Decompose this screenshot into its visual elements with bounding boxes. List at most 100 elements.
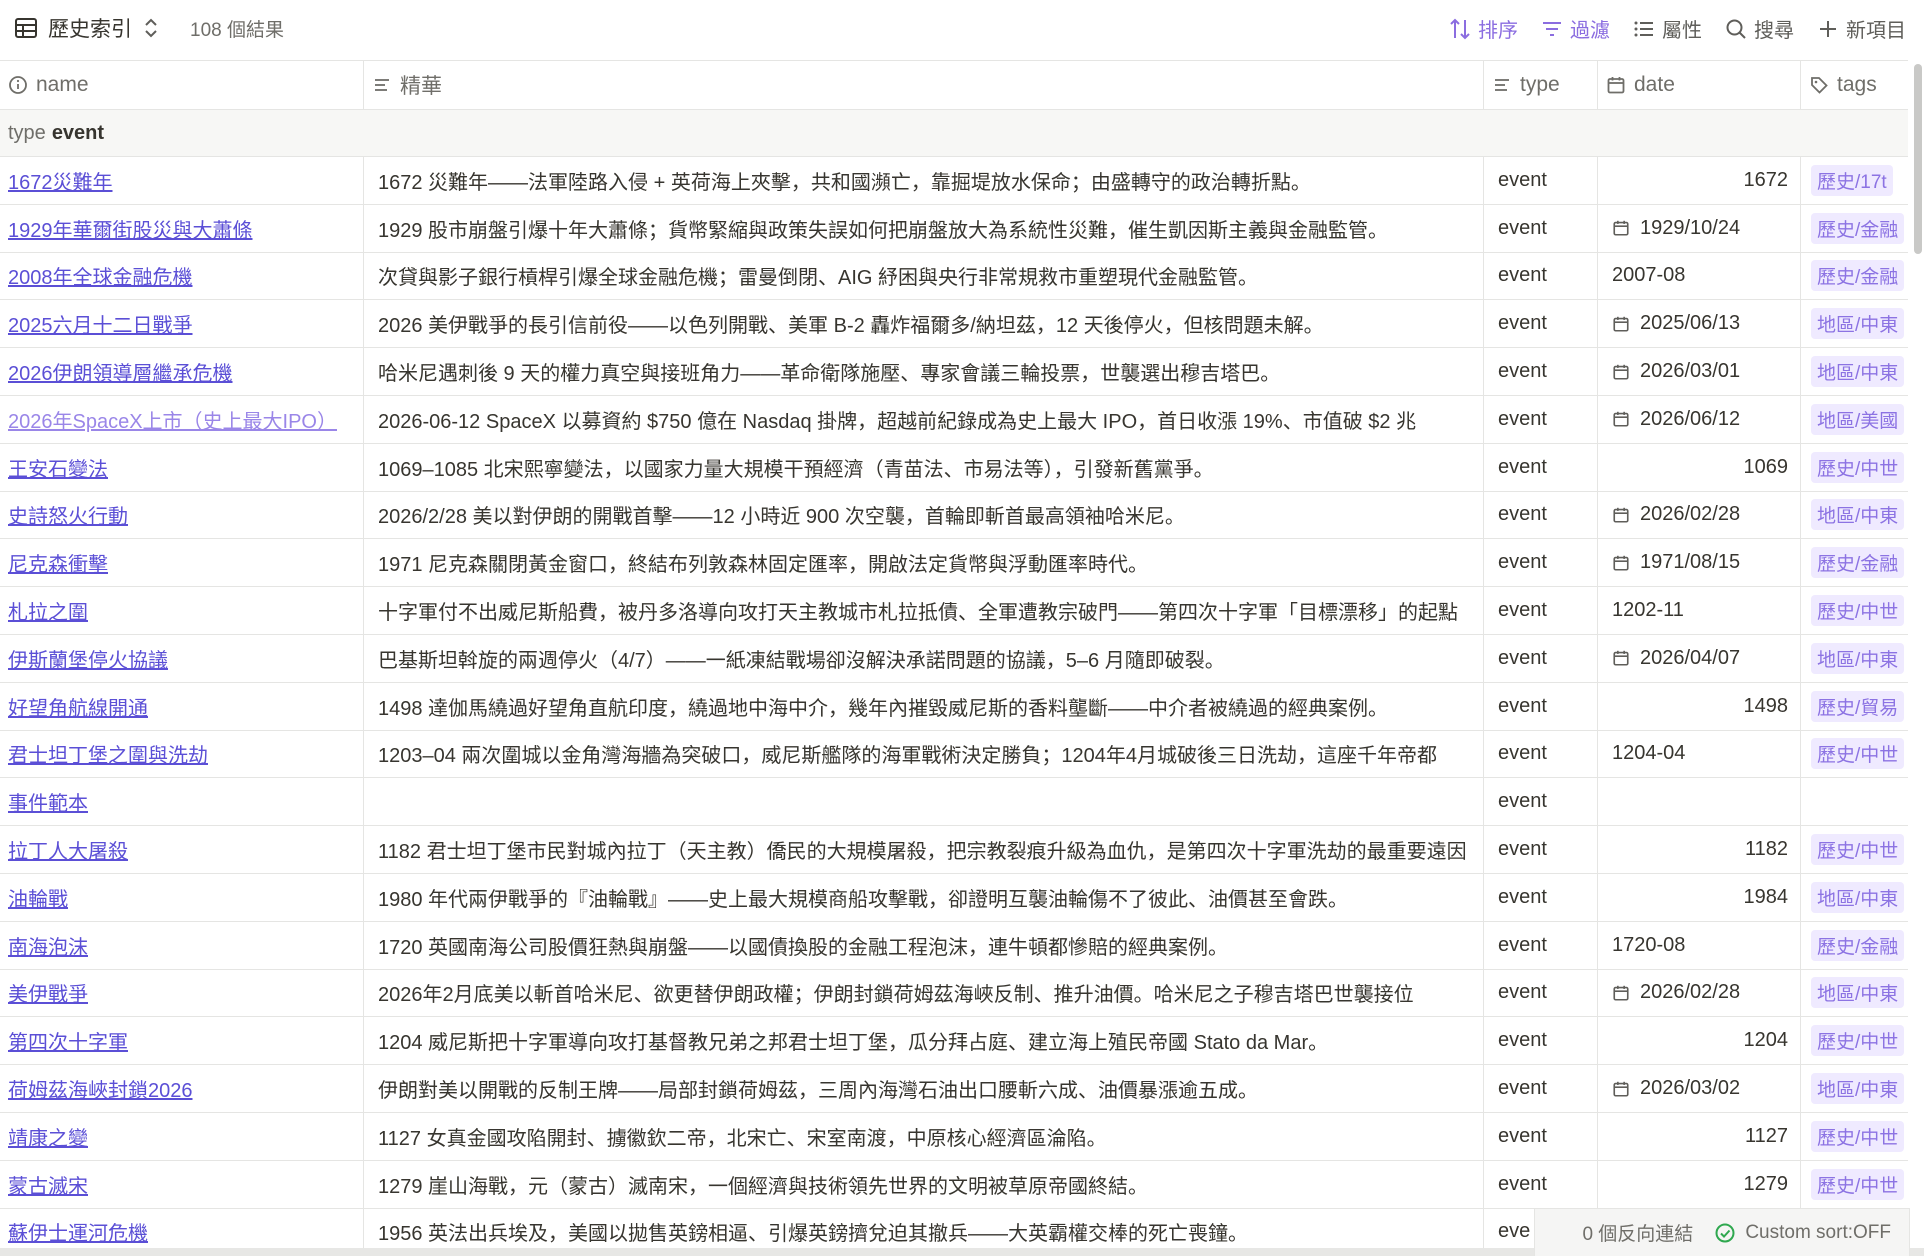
cell-date[interactable]: 1127 <box>1598 1112 1801 1160</box>
cell-date[interactable]: 2025/06/13 <box>1598 300 1801 348</box>
cell-tags[interactable]: 地區/中東 <box>1801 492 1908 539</box>
tag-chip[interactable]: 歷史/中世 <box>1811 834 1905 866</box>
sort-button[interactable]: 排序 <box>1448 14 1518 43</box>
cell-type[interactable]: event <box>1484 921 1598 969</box>
cell-type[interactable]: event <box>1484 1112 1598 1160</box>
table-row[interactable]: 札拉之圍 十字軍付不出威尼斯船費，被丹多洛導向攻打天主教城市札拉抵債、全軍遭教宗破… <box>0 587 1908 635</box>
cell-summary[interactable]: 1204 威尼斯把十字軍導向攻打基督教兄弟之邦君士坦丁堡，瓜分拜占庭、建立海上殖… <box>364 1017 1484 1065</box>
cell-summary[interactable]: 1182 君士坦丁堡市民對城內拉丁（天主教）僑民的大規模屠殺，把宗教裂痕升級為血… <box>364 826 1484 873</box>
new-item-button[interactable]: 新項目 <box>1816 14 1906 43</box>
note-link[interactable]: 1672災難年 <box>8 166 113 195</box>
cell-summary[interactable]: 次貸與影子銀行槓桿引爆全球金融危機；雷曼倒閉、AIG 紓困與央行非常規救市重塑現… <box>364 252 1484 300</box>
cell-summary[interactable]: 2026-06-12 SpaceX 以募資約 $750 億在 Nasdaq 掛牌… <box>364 395 1484 443</box>
note-link[interactable]: 油輪戰 <box>8 883 68 912</box>
cell-type[interactable]: event <box>1484 969 1598 1017</box>
cell-summary[interactable]: 1203–04 兩次圍城以金角灣海牆為突破口，威尼斯艦隊的海軍戰術決定勝負；12… <box>364 730 1484 778</box>
cell-summary[interactable]: 伊朗對美以開戰的反制王牌——局部封鎖荷姆茲，三周內海灣石油出口腰斬六成、油價暴漲… <box>364 1065 1484 1112</box>
tag-chip[interactable]: 歷史/金融 <box>1811 929 1905 961</box>
table-row[interactable]: 2026伊朗領導層繼承危機 哈米尼遇刺後 9 天的權力真空與接班角力——革命衛隊施… <box>0 348 1908 396</box>
cell-tags[interactable] <box>1801 778 1908 825</box>
table-row[interactable]: 2026年SpaceX上市（史上最大IPO） 2026-06-12 SpaceX … <box>0 395 1908 444</box>
cell-date[interactable]: 2026/03/02 <box>1598 1065 1801 1112</box>
note-link[interactable]: 君士坦丁堡之圍與洗劫 <box>8 739 208 768</box>
column-header-date[interactable]: date <box>1598 61 1801 109</box>
note-link[interactable]: 蘇伊士運河危機 <box>8 1217 148 1246</box>
cell-tags[interactable]: 地區/中東 <box>1801 970 1908 1017</box>
cell-tags[interactable]: 地區/中東 <box>1801 635 1908 682</box>
table-row[interactable]: 王安石變法 1069–1085 北宋熙寧變法，以國家力量大規模干預經濟（青苗法、市… <box>0 443 1908 492</box>
tag-chip[interactable]: 歷史/金融 <box>1811 260 1905 292</box>
tag-chip[interactable]: 歷史/中世 <box>1811 1120 1905 1152</box>
table-row[interactable]: 1929年華爾街股災與大蕭條 1929 股市崩盤引爆十年大蕭條；貨幣緊縮與政策失誤… <box>0 204 1908 253</box>
cell-date[interactable]: 2007-08 <box>1598 252 1801 300</box>
cell-tags[interactable]: 歷史/中世 <box>1801 1161 1908 1208</box>
cell-type[interactable]: event <box>1484 252 1598 300</box>
note-link[interactable]: 伊斯蘭堡停火協議 <box>8 644 168 673</box>
column-header-name[interactable]: name <box>0 61 364 109</box>
note-link[interactable]: 靖康之變 <box>8 1122 88 1151</box>
cell-date[interactable]: 2026/03/01 <box>1598 348 1801 395</box>
cell-tags[interactable]: 歷史/17t <box>1801 157 1908 204</box>
cell-type[interactable]: event <box>1484 348 1598 395</box>
tag-chip[interactable]: 地區/中東 <box>1811 881 1905 913</box>
cell-tags[interactable]: 地區/中東 <box>1801 348 1908 395</box>
tag-chip[interactable]: 歷史/中世 <box>1811 595 1905 627</box>
table-row[interactable]: 荷姆茲海峽封鎖2026 伊朗對美以開戰的反制王牌——局部封鎖荷姆茲，三周內海灣石油… <box>0 1065 1908 1113</box>
column-header-summary[interactable]: 精華 <box>364 61 1484 109</box>
table-row[interactable]: 2008年全球金融危機 次貸與影子銀行槓桿引爆全球金融危機；雷曼倒閉、AIG 紓困… <box>0 252 1908 301</box>
cell-date[interactable]: 2026/02/28 <box>1598 491 1801 539</box>
table-row[interactable]: 好望角航線開通 1498 達伽馬繞過好望角直航印度，繞過地中海中介，幾年內摧毀威尼… <box>0 682 1908 731</box>
cell-type[interactable]: event <box>1484 778 1598 826</box>
note-link[interactable]: 尼克森衝擊 <box>8 548 108 577</box>
cell-summary[interactable]: 1929 股市崩盤引爆十年大蕭條；貨幣緊縮與政策失誤如何把崩盤放大為系統性災難，… <box>364 204 1484 252</box>
cell-tags[interactable]: 歷史/中世 <box>1801 826 1908 873</box>
cell-type[interactable]: event <box>1484 873 1598 921</box>
tag-chip[interactable]: 歷史/中世 <box>1811 1168 1905 1200</box>
cell-summary[interactable]: 巴基斯坦斡旋的兩週停火（4/7）——一紙凍結戰場卻沒解決承諾問題的協議，5–6 … <box>364 634 1484 682</box>
tag-chip[interactable]: 地區/中東 <box>1811 977 1905 1009</box>
cell-type[interactable]: event <box>1484 204 1598 252</box>
table-row[interactable]: 南海泡沫 1720 英國南海公司股價狂熱與崩盤——以國債換股的金融工程泡沫，連牛頓… <box>0 921 1908 970</box>
tag-chip[interactable]: 地區/美國 <box>1811 403 1905 435</box>
cell-type[interactable]: event <box>1484 157 1598 204</box>
note-link[interactable]: 南海泡沫 <box>8 931 88 960</box>
note-link[interactable]: 2025六月十二日戰爭 <box>8 309 193 338</box>
search-button[interactable]: 搜尋 <box>1724 14 1794 43</box>
note-link[interactable]: 荷姆茲海峽封鎖2026 <box>8 1074 193 1103</box>
backlinks-count[interactable]: 0 個反向連結 <box>1582 1219 1693 1246</box>
cell-summary[interactable]: 1720 英國南海公司股價狂熱與崩盤——以國債換股的金融工程泡沫，連牛頓都慘賠的… <box>364 921 1484 969</box>
cell-tags[interactable]: 歷史/中世 <box>1801 1017 1908 1064</box>
cell-date[interactable]: 1498 <box>1598 682 1801 730</box>
cell-type[interactable]: event <box>1484 682 1598 730</box>
cell-tags[interactable]: 地區/美國 <box>1801 396 1908 443</box>
cell-type[interactable]: event <box>1484 587 1598 634</box>
tag-chip[interactable]: 歷史/中世 <box>1811 1025 1905 1057</box>
cell-tags[interactable]: 地區/中東 <box>1801 1065 1908 1112</box>
table-row[interactable]: 君士坦丁堡之圍與洗劫 1203–04 兩次圍城以金角灣海牆為突破口，威尼斯艦隊的海… <box>0 730 1908 779</box>
note-link[interactable]: 蒙古滅宋 <box>8 1170 88 1199</box>
cell-date[interactable]: 1182 <box>1598 826 1801 873</box>
cell-summary[interactable]: 1279 崖山海戰，元（蒙古）滅南宋，一個經濟與技術領先世界的文明被草原帝國終結… <box>364 1160 1484 1208</box>
cell-date[interactable]: 1720-08 <box>1598 921 1801 969</box>
properties-button[interactable]: 屬性 <box>1632 14 1702 43</box>
cell-type[interactable]: event <box>1484 1160 1598 1208</box>
cell-tags[interactable]: 歷史/金融 <box>1801 539 1908 586</box>
cell-type[interactable]: event <box>1484 491 1598 539</box>
cell-date[interactable]: 1971/08/15 <box>1598 539 1801 587</box>
note-link[interactable]: 好望角航線開通 <box>8 692 148 721</box>
cell-summary[interactable]: 1971 尼克森關閉黃金窗口，終結布列敦森林固定匯率，開啟法定貨幣與浮動匯率時代… <box>364 539 1484 587</box>
tag-chip[interactable]: 歷史/17t <box>1811 164 1893 196</box>
cell-date[interactable]: 1929/10/24 <box>1598 204 1801 252</box>
cell-date[interactable]: 1279 <box>1598 1160 1801 1208</box>
tag-chip[interactable]: 地區/中東 <box>1811 356 1905 388</box>
cell-summary[interactable] <box>364 778 1484 826</box>
note-link[interactable]: 2008年全球金融危機 <box>8 261 193 290</box>
cell-date[interactable]: 2026/02/28 <box>1598 969 1801 1017</box>
group-header[interactable]: type event <box>0 110 1908 157</box>
cell-type[interactable]: event <box>1484 1017 1598 1065</box>
column-header-tags[interactable]: tags <box>1801 61 1908 109</box>
tag-chip[interactable]: 地區/中東 <box>1811 499 1905 531</box>
cell-type[interactable]: event <box>1484 1065 1598 1112</box>
cell-date[interactable]: 1204 <box>1598 1017 1801 1065</box>
note-link[interactable]: 史詩怒火行動 <box>8 500 128 529</box>
